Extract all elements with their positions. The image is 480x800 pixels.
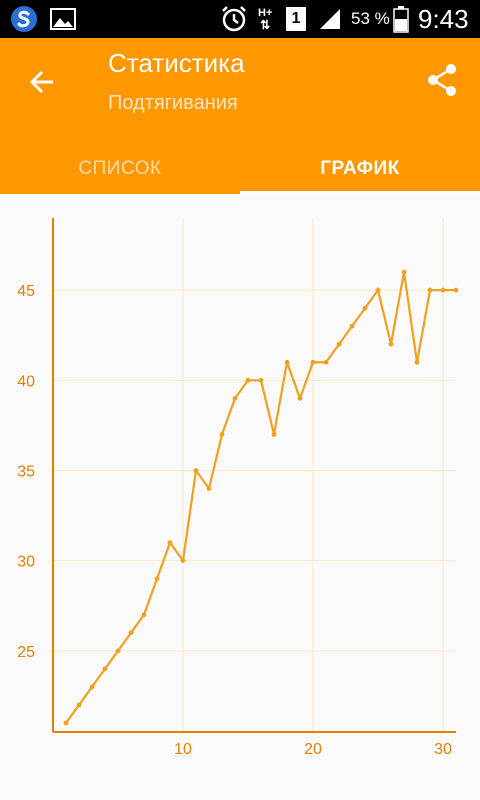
tab-list[interactable]: СПИСОК [0,144,240,194]
data-point [375,287,381,293]
data-point [206,486,212,491]
tab-chart[interactable]: ГРАФИК [240,144,480,194]
data-point [141,612,147,618]
share-button[interactable] [426,62,462,102]
data-point [414,359,420,365]
image-icon [50,0,76,38]
back-button[interactable] [22,62,62,102]
network-arrows-icon: H+ ⇅ [258,7,273,32]
y-tick-label: 40 [17,373,35,390]
data-point [76,702,82,708]
data-point [323,359,329,365]
share-icon [428,64,456,96]
data-point [154,576,160,582]
y-tick-label: 35 [17,463,35,480]
data-point [349,323,355,329]
clock: 9:43 [418,3,469,34]
sim-slot-label: 1 [286,7,306,31]
page-subtitle: Подтягивания [108,92,238,114]
data-point [115,648,121,654]
data-point [310,359,316,365]
x-tick-label: 10 [174,741,192,758]
data-point [245,377,251,383]
app-s-icon [10,0,38,38]
arrow-back-icon [29,70,53,94]
data-point [167,540,173,546]
data-point [362,305,368,311]
series-line [65,271,456,724]
data-point [258,377,264,383]
data-point [232,395,238,401]
y-tick-label: 30 [17,554,35,571]
data-point [336,341,342,347]
y-tick-label: 25 [17,644,35,661]
app-bar: Статистика Подтягивания СПИСОК ГРАФИК [0,38,480,194]
status-bar: H+ ⇅ 1 53 % 9:43 [0,0,480,38]
data-point [401,269,407,275]
data-point [388,341,394,347]
data-point [102,666,108,672]
x-tick-label: 20 [304,741,322,758]
data-point [453,287,459,293]
data-point [180,558,186,564]
signal-icon [318,0,342,38]
data-point [219,432,225,437]
data-point [128,630,134,636]
data-point [297,395,303,401]
page-title: Статистика [108,48,245,78]
data-point [284,359,290,365]
data-point [89,684,95,690]
line-chart: 25 30 35 40 45 10 20 30 [17,218,459,758]
data-point [63,720,69,726]
data-point [427,287,433,293]
battery-icon [393,0,409,38]
sim-icon: 1 [286,0,306,38]
alarm-icon [220,0,248,38]
data-point [271,432,277,437]
y-tick-label: 45 [17,283,35,300]
battery-percent: 53 % [351,9,390,28]
data-point [193,468,199,473]
data-point [440,287,446,293]
x-tick-label: 30 [434,741,452,758]
